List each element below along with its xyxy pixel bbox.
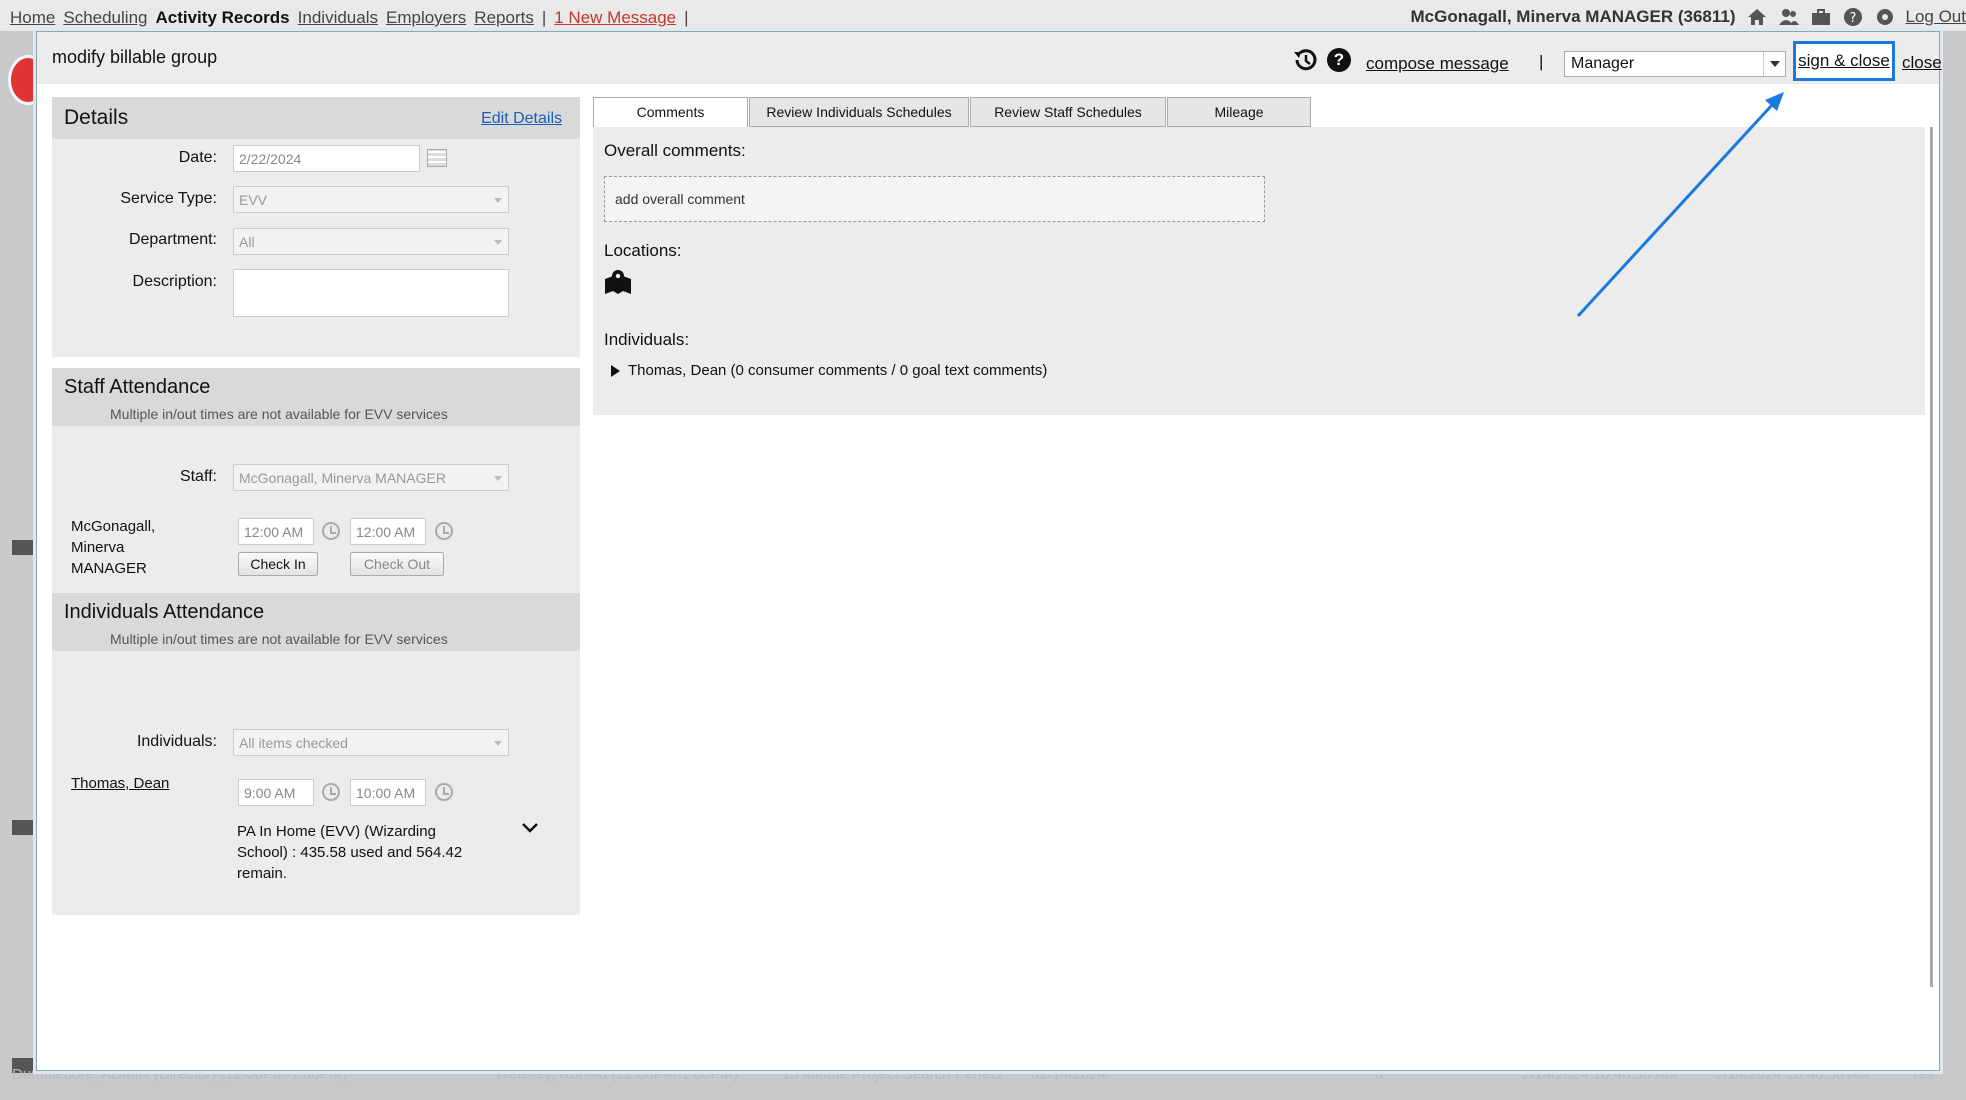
role-select[interactable]: Manager (1564, 51, 1786, 77)
envelope-icon (12, 820, 34, 835)
left-column: Details Edit Details Date: 2/22/2024 Ser… (52, 97, 580, 915)
staff-attendance-note: Multiple in/out times are not available … (110, 406, 448, 422)
current-user: McGonagall, Minerva MANAGER (36811) (1410, 7, 1736, 26)
sign-and-close-button[interactable]: sign & close (1793, 41, 1895, 81)
nav-home[interactable]: Home (10, 8, 55, 28)
app-top-bar: Home Scheduling Activity Records Individ… (0, 0, 1966, 32)
auth-line: remain. (237, 865, 288, 882)
chevron-down-icon[interactable] (521, 821, 539, 835)
header-separator: | (1539, 52, 1544, 71)
tab-comments[interactable]: Comments (593, 97, 748, 128)
department-label: Department: (128, 231, 217, 248)
overall-comments-label: Overall comments: (604, 141, 746, 160)
clock-icon[interactable] (435, 783, 453, 801)
service-type-select[interactable]: EVV (233, 186, 509, 213)
individuals-attendance-heading: Individuals Attendance (64, 601, 265, 623)
staff-time-in[interactable]: 12:00 AM (238, 518, 314, 545)
comments-panel: Overall comments: add overall comment Lo… (593, 127, 1925, 415)
tab-mileage[interactable]: Mileage (1167, 97, 1311, 127)
staff-row-name: McGonagall, Minerva MANAGER (71, 516, 155, 579)
tab-review-individuals-schedules[interactable]: Review Individuals Schedules (749, 97, 969, 127)
individuals-label: Individuals: (136, 733, 217, 750)
clock-icon[interactable] (322, 522, 340, 540)
department-select[interactable]: All (233, 228, 509, 255)
auth-line: School) : 435.58 used and 564.42 (237, 844, 463, 861)
check-in-button[interactable]: Check In (238, 552, 318, 576)
staff-time-out[interactable]: 12:00 AM (350, 518, 426, 545)
date-label: Date: (178, 149, 217, 166)
logout-link[interactable]: Log Out (1906, 7, 1966, 27)
history-icon[interactable] (1291, 46, 1319, 74)
staff-attendance-heading: Staff Attendance (64, 376, 211, 398)
compose-message-link[interactable]: compose message (1366, 54, 1509, 74)
staff-label: Staff: (179, 468, 217, 485)
chevron-down-icon[interactable] (1763, 52, 1785, 76)
main-nav: Home Scheduling Activity Records Individ… (10, 8, 689, 28)
nav-activity-records[interactable]: Activity Records (155, 8, 289, 28)
clock-icon[interactable] (435, 522, 453, 540)
date-field[interactable]: 2/22/2024 (233, 145, 420, 172)
staff-name-line: Minerva (71, 539, 125, 556)
individuals-attendance-body: Individuals: All items checked Thomas, D… (52, 651, 580, 915)
map-icon[interactable] (604, 269, 632, 295)
individual-name-link[interactable]: Thomas, Dean (71, 773, 169, 794)
close-button[interactable]: close (1902, 53, 1942, 73)
nav-scheduling[interactable]: Scheduling (63, 8, 147, 28)
individual-comments-row[interactable]: Thomas, Dean (0 consumer comments / 0 go… (611, 362, 1047, 379)
role-select-value: Manager (1571, 55, 1635, 72)
description-field[interactable] (233, 269, 509, 317)
new-message-link[interactable]: 1 New Message (554, 8, 676, 28)
svg-text:?: ? (1849, 11, 1856, 26)
nav-separator-2: | (684, 8, 689, 27)
overall-comment-field[interactable]: add overall comment (604, 176, 1265, 222)
tab-review-staff-schedules[interactable]: Review Staff Schedules (970, 97, 1166, 127)
briefcase-icon[interactable] (1810, 7, 1832, 27)
details-heading: Details (64, 106, 129, 129)
envelope-icon (12, 540, 34, 555)
locations-label: Locations: (604, 241, 682, 260)
details-section-body: Date: 2/22/2024 Service Type: EVV Depart… (52, 139, 580, 357)
individual-comments-text: Thomas, Dean (0 consumer comments / 0 go… (628, 362, 1048, 379)
staff-select[interactable]: McGonagall, Minerva MANAGER (233, 464, 509, 491)
modify-billable-group-dialog: modify billable group ? compose message … (36, 31, 1942, 1071)
authorization-text: PA In Home (EVV) (Wizarding School) : 43… (237, 821, 462, 884)
individuals-attendance-note: Multiple in/out times are not available … (110, 631, 448, 647)
clock-icon[interactable] (322, 783, 340, 801)
calendar-icon[interactable] (427, 149, 447, 167)
help-circle-icon[interactable]: ? (1842, 7, 1864, 27)
nav-individuals[interactable]: Individuals (298, 8, 378, 28)
nav-employers[interactable]: Employers (386, 8, 466, 28)
individuals-comments-label: Individuals: (604, 330, 690, 349)
staff-attendance-body: Staff: McGonagall, Minerva MANAGER McGon… (52, 426, 580, 593)
staff-attendance-header: Staff Attendance Multiple in/out times a… (52, 368, 580, 426)
description-label: Description: (132, 273, 217, 290)
dialog-title: modify billable group (52, 47, 218, 67)
nav-reports[interactable]: Reports (474, 8, 534, 28)
staff-name-line: McGonagall, (71, 518, 156, 535)
users-icon[interactable] (1778, 7, 1800, 27)
staff-name-line: MANAGER (71, 560, 147, 577)
individuals-select[interactable]: All items checked (233, 729, 509, 756)
individuals-attendance-header: Individuals Attendance Multiple in/out t… (52, 593, 580, 651)
check-out-button[interactable]: Check Out (350, 552, 444, 576)
auth-line: PA In Home (EVV) (Wizarding (237, 823, 436, 840)
top-right-area: McGonagall, Minerva MANAGER (36811) ? Lo… (1411, 7, 1966, 27)
service-type-label: Service Type: (120, 190, 217, 207)
edit-details-link[interactable]: Edit Details (481, 110, 562, 128)
home-icon[interactable] (1746, 7, 1768, 27)
help-icon[interactable]: ? (1327, 48, 1351, 72)
details-section-header: Details Edit Details (52, 97, 580, 139)
gear-icon[interactable] (1874, 7, 1896, 27)
individual-time-in[interactable]: 9:00 AM (238, 779, 314, 806)
nav-separator: | (541, 8, 547, 27)
scrollbar[interactable] (1930, 127, 1933, 987)
expand-triangle-icon[interactable] (611, 364, 620, 377)
individual-time-out[interactable]: 10:00 AM (350, 779, 426, 806)
dialog-header: modify billable group ? compose message … (37, 32, 1942, 84)
